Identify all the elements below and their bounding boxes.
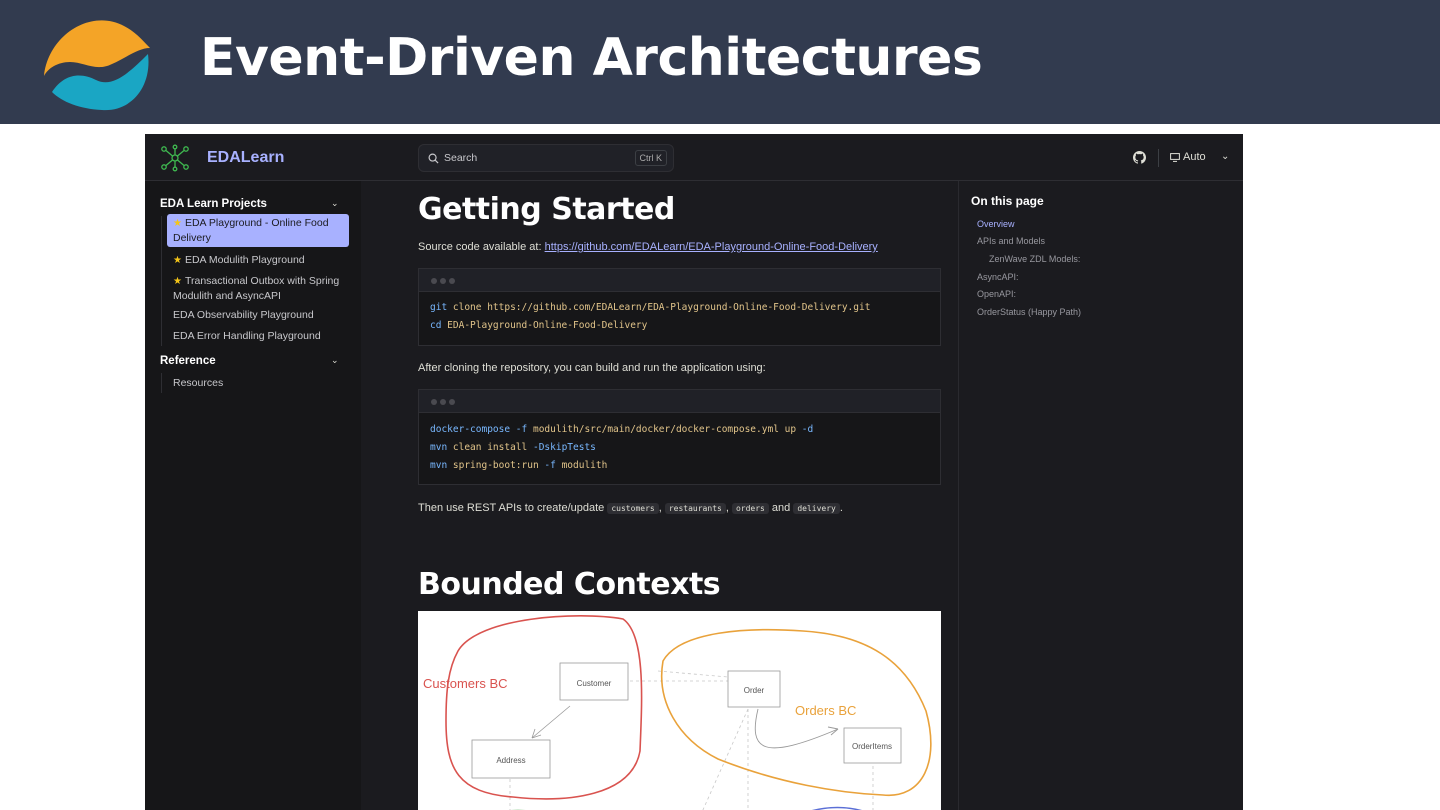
after-clone-paragraph: After cloning the repository, you can bu…: [418, 362, 766, 374]
code-line: mvn spring-boot:run -f modulith: [430, 460, 608, 471]
sidebar-group-eda-learn-projects[interactable]: EDA Learn Projects: [160, 198, 267, 210]
nav-divider: [1158, 149, 1159, 167]
star-icon: ★: [173, 218, 182, 229]
chevron-down-icon[interactable]: ⌄: [331, 198, 339, 209]
wave-logo-icon: [44, 20, 150, 111]
source-link[interactable]: https://github.com/EDALearn/EDA-Playgrou…: [545, 241, 878, 253]
orderitems-box-label: OrderItems: [852, 742, 892, 751]
sidebar-item-transactional-outbox[interactable]: ★ Transactional Outbox with Spring Moduli…: [167, 272, 349, 305]
search-shortcut: Ctrl K: [634, 150, 667, 166]
sidebar-item-resources[interactable]: Resources: [167, 374, 349, 392]
window-dot: [431, 399, 437, 405]
outline-title: On this page: [971, 194, 1044, 208]
code-block-header: [419, 269, 940, 292]
separator: and: [768, 502, 794, 514]
customers-bc-label: Customers BC: [423, 676, 508, 691]
sidebar-rail: [161, 373, 162, 393]
theme-switch-label[interactable]: Auto: [1183, 151, 1206, 163]
code-block-clone: git clone https://github.com/EDALearn/ED…: [418, 268, 941, 346]
top-nav: EDALearn Search Ctrl K Auto ⌄: [145, 134, 1243, 181]
network-logo-icon[interactable]: [159, 144, 191, 172]
heading-bounded-contexts: Bounded Contexts: [418, 567, 721, 602]
customer-box-label: Customer: [577, 679, 612, 688]
sidebar-rail: [161, 216, 162, 346]
diagram-drawing: Customers BC Orders BC Customer Address …: [423, 615, 932, 810]
sidebar-item-error-handling-playground[interactable]: EDA Error Handling Playground: [167, 327, 349, 345]
window-dot: [449, 399, 455, 405]
code-line: git clone https://github.com/EDALearn/ED…: [430, 302, 871, 313]
sidebar-item-label: Transactional Outbox with Spring Modulit…: [173, 275, 340, 302]
search-label: Search: [444, 152, 478, 164]
separator: ,: [658, 502, 665, 514]
source-prefix: Source code available at:: [418, 241, 545, 253]
search-button[interactable]: Search Ctrl K: [418, 144, 674, 172]
outline-item-zenwave-zdl-models[interactable]: ZenWave ZDL Models:: [989, 254, 1080, 264]
sidebar-group-reference[interactable]: Reference: [160, 355, 216, 367]
bounded-contexts-diagram: Customers BC Orders BC Customer Address …: [418, 611, 941, 810]
sidebar-item-label: EDA Modulith Playground: [184, 254, 305, 266]
rest-prefix: Then use REST APIs to create/update: [418, 502, 608, 514]
sidebar-item-eda-playground[interactable]: ★ EDA Playground - Online Food Delivery: [167, 214, 349, 247]
brand-name[interactable]: EDALearn: [207, 149, 284, 167]
docs-screenshot: EDALearn Search Ctrl K Auto ⌄ EDA Learn …: [145, 134, 1243, 810]
orders-bc-label: Orders BC: [795, 703, 856, 718]
search-icon: [428, 153, 439, 164]
window-dot: [440, 278, 446, 284]
main-content: Getting Started Source code available at…: [361, 181, 958, 810]
window-dot: [440, 399, 446, 405]
inline-code: restaurants: [664, 503, 726, 514]
sidebar-item-observability-playground[interactable]: EDA Observability Playground: [167, 306, 349, 324]
outline-item-overview[interactable]: Overview: [977, 219, 1015, 229]
slide-title: Event-Driven Architectures: [200, 28, 983, 88]
inline-code: delivery: [793, 503, 840, 514]
window-dot: [449, 278, 455, 284]
source-paragraph: Source code available at: https://github…: [418, 241, 878, 253]
inline-code: orders: [731, 503, 769, 514]
code-block-header: [419, 390, 940, 413]
chevron-down-icon[interactable]: ⌄: [1221, 151, 1229, 162]
order-box-label: Order: [744, 686, 765, 695]
outline-item-openapi[interactable]: OpenAPI:: [977, 289, 1016, 299]
page-outline: On this page Overview APIs and Models Ze…: [958, 181, 1243, 810]
rest-apis-paragraph: Then use REST APIs to create/update cust…: [418, 502, 843, 514]
code-line: docker-compose -f modulith/src/main/dock…: [430, 424, 814, 435]
github-icon[interactable]: [1133, 151, 1146, 164]
code-line: mvn clean install -DskipTests: [430, 442, 596, 453]
sidebar: EDA Learn Projects ⌄ ★ EDA Playground - O…: [145, 181, 361, 810]
outline-item-orderstatus[interactable]: OrderStatus (Happy Path): [977, 307, 1081, 317]
slide-banner: Event-Driven Architectures: [0, 0, 1440, 124]
monitor-icon[interactable]: [1170, 153, 1180, 162]
window-dot: [431, 278, 437, 284]
chevron-down-icon[interactable]: ⌄: [331, 355, 339, 366]
separator: .: [839, 502, 843, 514]
sidebar-item-label: EDA Playground - Online Food Delivery: [173, 217, 329, 244]
address-box-label: Address: [496, 756, 525, 765]
outline-item-apis-and-models[interactable]: APIs and Models: [977, 236, 1045, 246]
inline-code: customers: [607, 503, 659, 514]
star-icon: ★: [173, 276, 182, 287]
sidebar-item-modulith-playground[interactable]: ★ EDA Modulith Playground: [167, 251, 349, 270]
code-block-build: docker-compose -f modulith/src/main/dock…: [418, 389, 941, 485]
heading-getting-started: Getting Started: [418, 192, 675, 227]
outline-item-asyncapi[interactable]: AsyncAPI:: [977, 272, 1019, 282]
code-line: cd EDA-Playground-Online-Food-Delivery: [430, 320, 648, 331]
star-icon: ★: [173, 255, 182, 266]
